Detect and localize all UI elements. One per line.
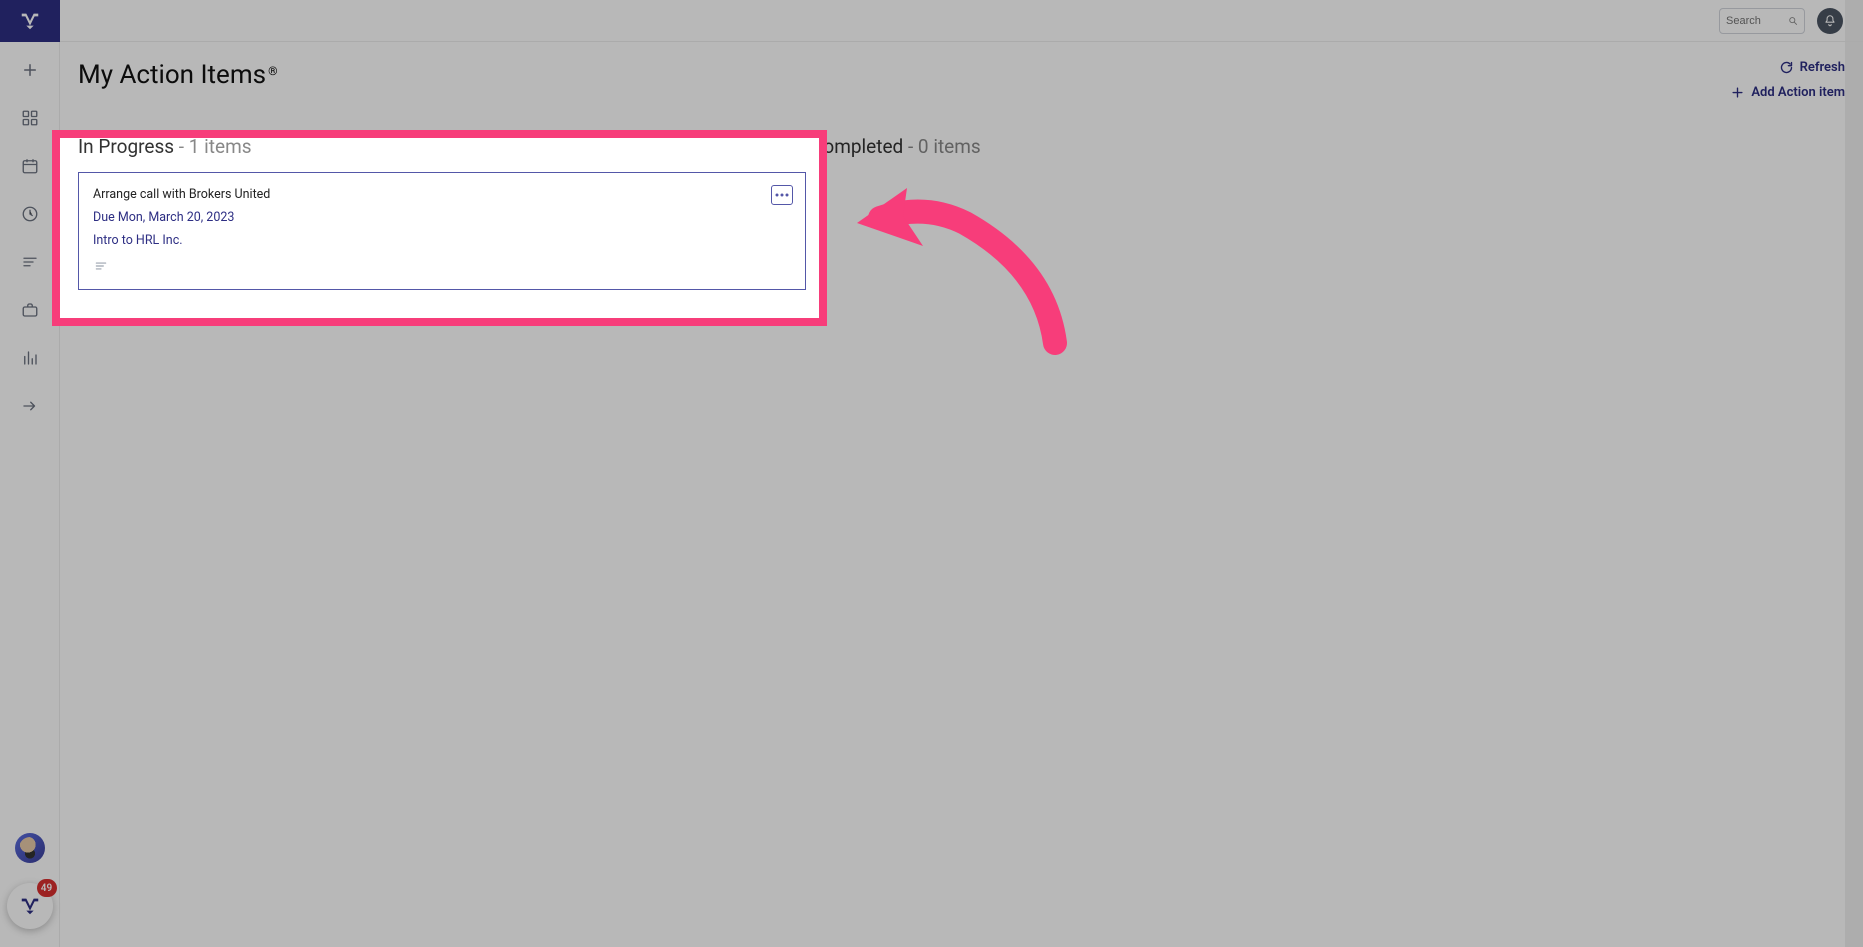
add-action-item-button[interactable]: Add Action item <box>1730 85 1845 100</box>
refresh-label: Refresh <box>1800 60 1845 75</box>
completed-column: Completed - 0 items <box>797 125 995 182</box>
action-item-title: Arrange call with Brokers United <box>93 187 791 202</box>
nav-calendar-icon[interactable] <box>10 146 50 186</box>
plus-icon <box>1730 85 1745 100</box>
app-logo[interactable] <box>0 0 60 42</box>
sidebar: 49 <box>0 0 60 947</box>
notifications-button[interactable] <box>1817 8 1843 34</box>
in-progress-label: In Progress <box>78 135 174 158</box>
search-field[interactable] <box>1719 8 1805 34</box>
completed-label: Completed <box>811 135 903 158</box>
page-title: My Action Items ® <box>78 60 278 90</box>
action-item-related-link[interactable]: Intro to HRL Inc. <box>93 233 791 248</box>
refresh-button[interactable]: Refresh <box>1779 60 1845 75</box>
launcher-button[interactable]: 49 <box>7 883 53 929</box>
page-title-trademark: ® <box>268 64 277 78</box>
topbar <box>60 0 1863 42</box>
action-item-menu-button[interactable] <box>771 185 793 205</box>
nav-analytics-icon[interactable] <box>10 338 50 378</box>
action-item-card[interactable]: Arrange call with Brokers United Due Mon… <box>78 172 806 290</box>
search-icon <box>1788 15 1798 27</box>
nav-arrow-right-icon[interactable] <box>10 386 50 426</box>
page-title-text: My Action Items <box>78 60 266 90</box>
add-action-item-label: Add Action item <box>1751 85 1845 100</box>
nav-clock-icon[interactable] <box>10 194 50 234</box>
nav-briefcase-icon[interactable] <box>10 290 50 330</box>
nav-add-icon[interactable] <box>10 50 50 90</box>
search-input[interactable] <box>1726 15 1788 27</box>
completed-count: - 0 items <box>908 135 981 158</box>
nav-dashboard-icon[interactable] <box>10 98 50 138</box>
in-progress-column: In Progress - 1 items Arrange call with … <box>60 125 820 310</box>
action-item-due: Due Mon, March 20, 2023 <box>93 210 791 225</box>
launcher-badge: 49 <box>37 879 57 897</box>
more-icon <box>775 193 789 197</box>
user-avatar[interactable] <box>15 833 45 863</box>
in-progress-count: - 1 items <box>179 135 252 158</box>
notes-icon <box>93 258 791 277</box>
nav-list-icon[interactable] <box>10 242 50 282</box>
refresh-icon <box>1779 60 1794 75</box>
